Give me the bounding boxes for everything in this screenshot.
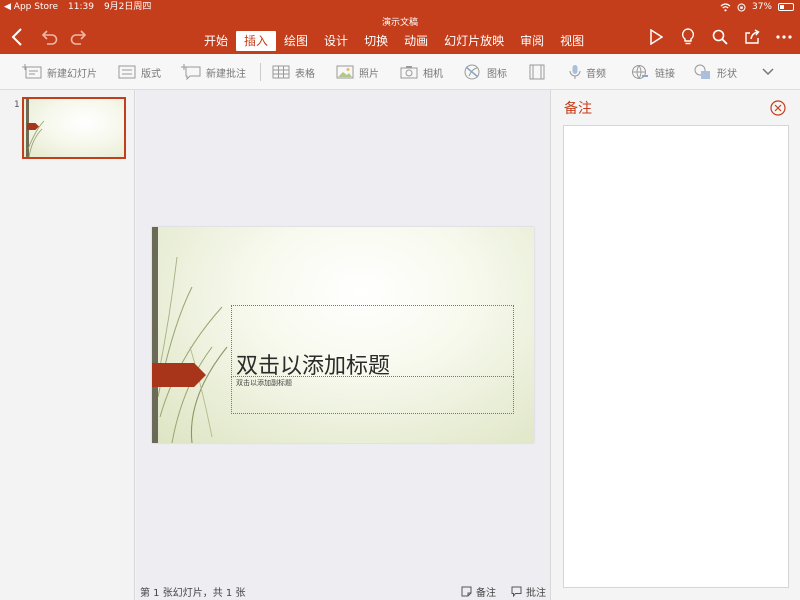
search-icon — [712, 29, 728, 45]
tell-me-button[interactable] — [678, 27, 698, 47]
tab-home[interactable]: 开始 — [196, 31, 236, 51]
toolbar-expand-button[interactable] — [762, 62, 774, 82]
film-icon — [529, 64, 545, 80]
status-date: 9月2日周四 — [103, 2, 152, 12]
subtitle-placeholder-text: 双击以添加副标题 — [236, 379, 292, 387]
new-slide-button[interactable]: 新建幻灯片 — [22, 62, 97, 82]
new-comment-icon — [181, 64, 201, 80]
notes-toggle-button[interactable]: 备注 — [461, 584, 496, 599]
icons-button[interactable]: 图标 — [462, 62, 507, 82]
slide-counter: 第 1 张幻灯片，共 1 张 — [140, 588, 246, 599]
video-button[interactable] — [529, 62, 545, 82]
link-label: 链接 — [655, 68, 675, 80]
slide-thumbnails-pane: 1 — [0, 90, 135, 600]
tab-slide-show[interactable]: 幻灯片放映 — [436, 31, 512, 51]
share-icon — [745, 29, 760, 44]
notes-pane: 备注 — [550, 90, 800, 600]
table-button[interactable]: 表格 — [272, 62, 315, 82]
camera-icon — [400, 66, 418, 79]
thumbnail-number: 1 — [14, 100, 20, 110]
shapes-label: 形状 — [717, 68, 737, 80]
play-button[interactable] — [646, 27, 666, 47]
battery-icon — [778, 3, 794, 11]
layout-icon — [118, 65, 136, 79]
shapes-button[interactable]: 形状 — [694, 62, 737, 82]
icons-icon — [464, 64, 480, 80]
tab-design[interactable]: 设计 — [316, 31, 356, 51]
back-button[interactable] — [6, 26, 28, 48]
more-button[interactable] — [774, 27, 794, 47]
notes-icon — [461, 586, 472, 597]
new-slide-label: 新建幻灯片 — [47, 68, 97, 80]
table-icon — [272, 65, 290, 79]
link-button[interactable]: 链接 — [630, 62, 675, 82]
tab-insert[interactable]: 插入 — [236, 31, 277, 51]
chevron-left-icon — [11, 28, 22, 46]
notes-pane-title: 备注 — [564, 101, 592, 117]
status-bar: ◀ App Store 11:39 9月2日周四 37% — [0, 0, 800, 14]
ribbon-tabs: 开始 插入 绘图 设计 切换 动画 幻灯片放映 审阅 视图 — [196, 31, 592, 51]
toolbar-divider — [260, 63, 261, 81]
redo-button[interactable] — [68, 26, 90, 48]
slide-thumbnail[interactable] — [22, 97, 126, 159]
notes-toggle-label: 备注 — [476, 588, 496, 599]
status-time: 11:39 — [68, 2, 94, 12]
title-bar: ◀ App Store 11:39 9月2日周四 37% 演示文稿 开始 插入 … — [0, 0, 800, 54]
tab-animations[interactable]: 动画 — [396, 31, 436, 51]
new-comment-button[interactable]: 新建批注 — [181, 62, 246, 82]
insert-toolbar: 新建幻灯片 版式 新建批注 表格 照片 相机 图标 音频 链接 形状 — [0, 54, 800, 90]
layout-label: 版式 — [141, 68, 161, 80]
slide[interactable]: 双击以添加标题 双击以添加副标题 — [152, 227, 534, 443]
table-label: 表格 — [295, 68, 315, 80]
chevron-down-icon — [762, 68, 774, 76]
more-icon — [776, 35, 792, 39]
notes-close-button[interactable] — [770, 100, 786, 116]
tab-view[interactable]: 视图 — [552, 31, 592, 51]
microphone-icon — [569, 65, 581, 79]
camera-button[interactable]: 相机 — [400, 62, 443, 82]
close-icon — [770, 100, 786, 116]
share-button[interactable] — [742, 27, 762, 47]
undo-icon — [41, 30, 58, 45]
wifi-icon — [720, 2, 731, 11]
battery-percent: 37% — [751, 2, 772, 12]
camera-label: 相机 — [423, 68, 443, 80]
title-placeholder-text: 双击以添加标题 — [236, 354, 391, 379]
pictures-label: 照片 — [359, 68, 379, 80]
tab-draw[interactable]: 绘图 — [276, 31, 316, 51]
layout-button[interactable]: 版式 — [118, 62, 161, 82]
picture-icon — [336, 65, 354, 79]
tab-transitions[interactable]: 切换 — [356, 31, 396, 51]
play-icon — [650, 29, 663, 45]
thumbnail-curves — [27, 120, 45, 157]
undo-button[interactable] — [38, 26, 60, 48]
pictures-button[interactable]: 照片 — [336, 62, 379, 82]
comment-icon — [511, 586, 522, 597]
icons-label: 图标 — [487, 68, 507, 80]
slide-accent-bar — [152, 227, 158, 443]
audio-button[interactable]: 音频 — [569, 62, 606, 82]
new-slide-icon — [22, 64, 42, 79]
notes-input[interactable] — [563, 125, 789, 588]
lightbulb-icon — [681, 28, 695, 45]
audio-label: 音频 — [586, 68, 606, 80]
link-icon — [632, 65, 648, 79]
tab-review[interactable]: 审阅 — [512, 31, 552, 51]
comments-toggle-button[interactable]: 批注 — [511, 584, 546, 599]
shapes-icon — [694, 64, 710, 79]
redo-icon — [70, 30, 87, 45]
search-button[interactable] — [710, 27, 730, 47]
comments-toggle-label: 批注 — [526, 588, 546, 599]
orientation-lock-icon — [737, 3, 746, 11]
back-to-app-link[interactable]: ◀ App Store — [4, 0, 58, 14]
new-comment-label: 新建批注 — [206, 68, 246, 80]
